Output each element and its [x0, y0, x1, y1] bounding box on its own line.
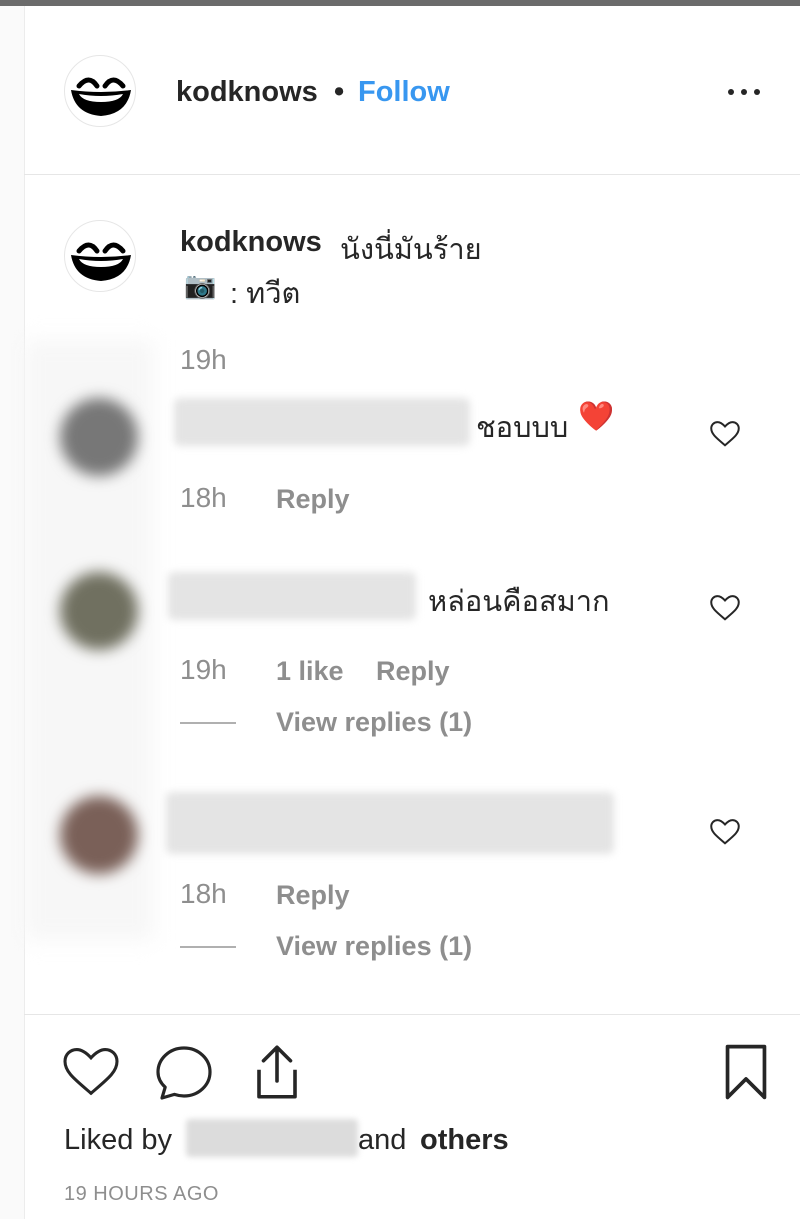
- reply-button[interactable]: Reply: [276, 484, 350, 515]
- left-rail: [0, 6, 25, 1219]
- header-separator: •: [334, 76, 345, 108]
- comment-text: หล่อนคือสมาก: [428, 586, 610, 618]
- view-replies-button[interactable]: View replies (1): [276, 931, 472, 962]
- reply-button[interactable]: Reply: [376, 656, 450, 687]
- comment-username-redacted[interactable]: [174, 398, 470, 446]
- header-divider: [24, 174, 800, 175]
- liker-username-redacted[interactable]: [186, 1119, 358, 1157]
- replies-line: [180, 946, 236, 948]
- comment-avatar[interactable]: [60, 398, 138, 476]
- reply-button[interactable]: Reply: [276, 880, 350, 911]
- heart-emoji: ❤️: [578, 401, 615, 433]
- comment-avatar[interactable]: [60, 572, 138, 650]
- post-timestamp[interactable]: 19 HOURS AGO: [64, 1183, 219, 1206]
- like-comment-heart-icon[interactable]: [710, 818, 740, 846]
- comment-likes-count[interactable]: 1 like: [276, 656, 344, 687]
- comment-content-redacted[interactable]: [166, 792, 614, 854]
- caption-username[interactable]: kodknows: [180, 226, 322, 259]
- caption-time: 19h: [180, 344, 227, 375]
- caption-avatar[interactable]: [64, 220, 136, 292]
- like-comment-heart-icon[interactable]: [710, 420, 740, 448]
- comment-time: 18h: [180, 482, 227, 513]
- replies-line: [180, 722, 236, 724]
- comment-bubble-icon[interactable]: [154, 1044, 214, 1100]
- comment-text: ชอบบบ: [476, 412, 569, 444]
- follow-button[interactable]: Follow: [358, 76, 450, 109]
- liked-by-and: and: [358, 1124, 407, 1156]
- comment-username-redacted[interactable]: [168, 572, 416, 620]
- save-bookmark-icon[interactable]: [722, 1042, 770, 1102]
- laughing-face-logo-icon: [71, 77, 131, 116]
- share-icon[interactable]: [250, 1042, 304, 1102]
- window-top-bar: [0, 0, 800, 6]
- camera-emoji: 📷: [184, 270, 217, 300]
- like-heart-icon[interactable]: [62, 1046, 120, 1098]
- caption-text: นังนี่มันร้าย: [340, 234, 482, 266]
- comment-time: 18h: [180, 878, 227, 909]
- liked-by-prefix: Liked by: [64, 1124, 173, 1156]
- comment-avatar[interactable]: [60, 796, 138, 874]
- view-replies-button[interactable]: View replies (1): [276, 707, 472, 738]
- header-username[interactable]: kodknows: [176, 76, 318, 109]
- caption-credit: : ทวีต: [230, 278, 301, 310]
- like-comment-heart-icon[interactable]: [710, 594, 740, 622]
- laughing-face-logo-icon: [71, 242, 131, 281]
- comment-time: 19h: [180, 654, 227, 685]
- header-avatar[interactable]: [64, 55, 136, 127]
- more-options-icon[interactable]: [728, 82, 768, 98]
- liked-by-others-link[interactable]: others: [420, 1124, 509, 1157]
- actions-divider: [24, 1014, 800, 1015]
